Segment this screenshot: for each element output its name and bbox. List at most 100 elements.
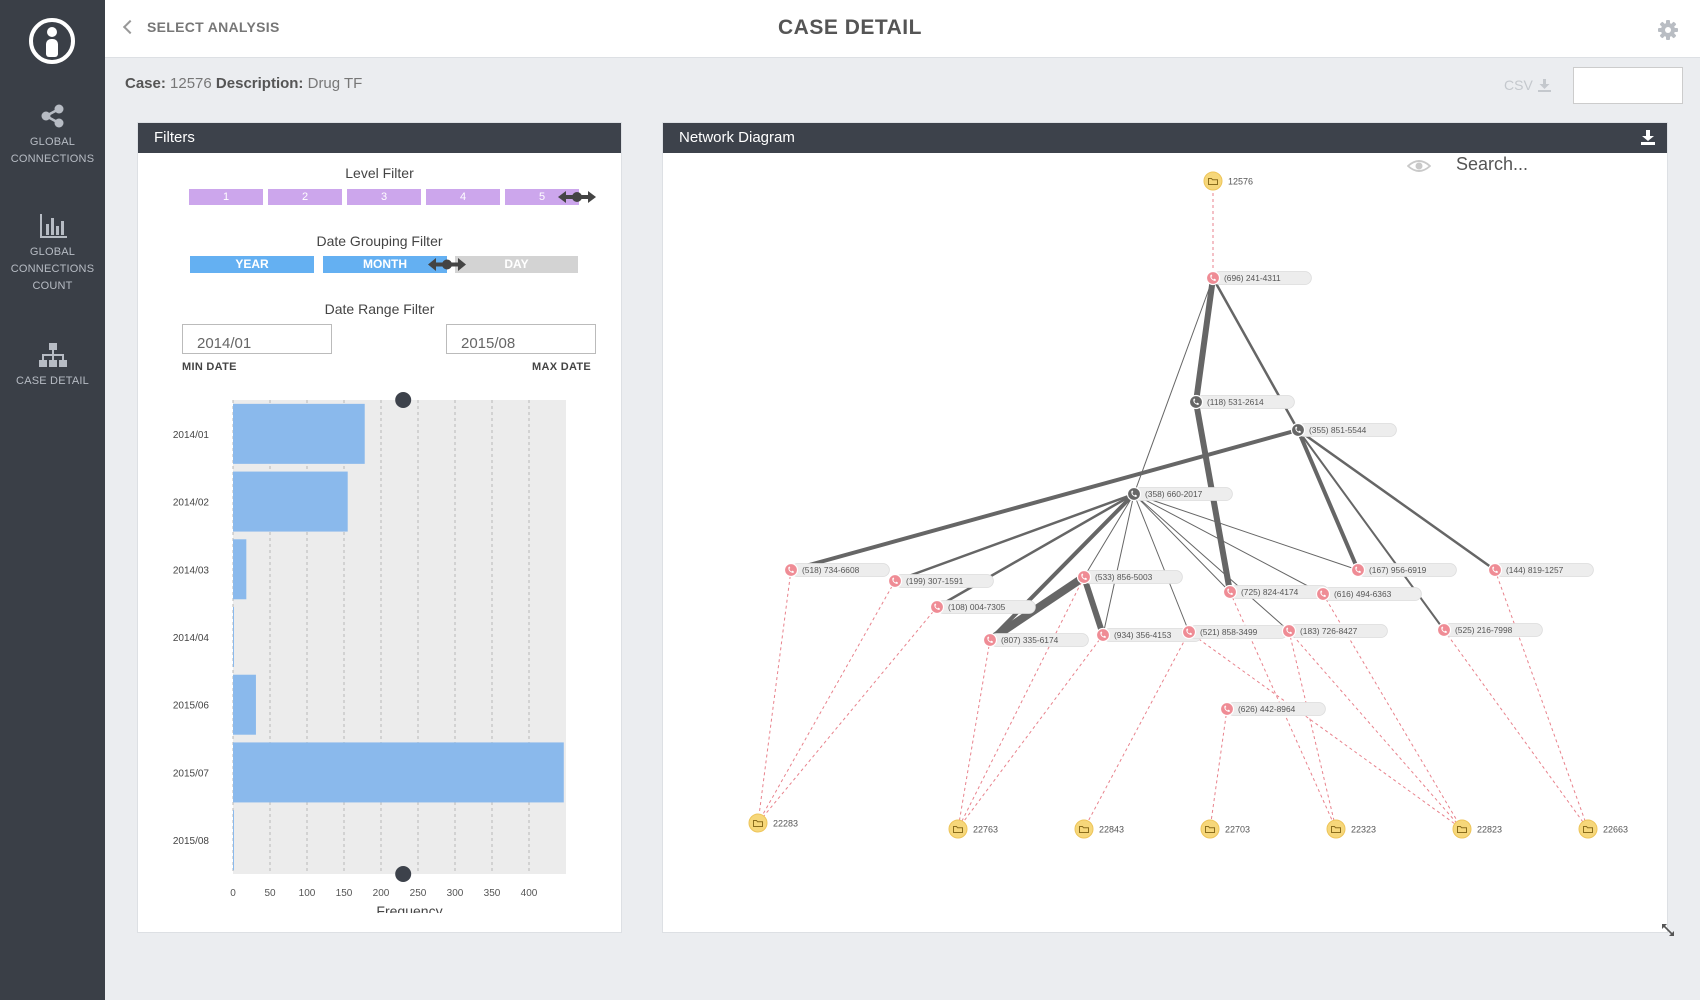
phone-node[interactable]: (521) 858-3499	[1181, 624, 1288, 640]
network-diagram-panel: Network Diagram Search... 12576 (696) 241…	[662, 122, 1668, 933]
phone-node-circle	[1315, 586, 1331, 602]
case-node[interactable]: 22823	[1452, 819, 1502, 839]
sidebar-item-label: CASE DETAIL	[16, 375, 89, 387]
case-search-input[interactable]	[1573, 67, 1683, 104]
description-label: Description:	[215, 75, 304, 92]
case-node-circle	[948, 819, 968, 839]
phone-node[interactable]: (183) 726-8427	[1281, 623, 1388, 639]
phone-node-circle	[1076, 569, 1092, 585]
level-4-segment[interactable]: 4	[426, 189, 500, 205]
dashed-edge	[757, 569, 792, 824]
phone-node[interactable]: (108) 004-7305	[929, 599, 1036, 615]
case-node[interactable]: 22283	[748, 813, 798, 833]
level-1-segment[interactable]: 1	[189, 189, 263, 205]
phone-node[interactable]: (518) 734-6608	[783, 562, 890, 578]
case-node-label: 22763	[973, 825, 998, 835]
phone-node-label: (144) 819-1257	[1506, 565, 1564, 575]
date-group-year[interactable]: YEAR	[190, 256, 314, 273]
phone-node-label: (696) 241-4311	[1224, 273, 1281, 283]
phone-node-label: (807) 335-6174	[1001, 635, 1059, 645]
case-node[interactable]: 22663	[1578, 819, 1628, 839]
sidebar-item-global-connections[interactable]: GLOBAL CONNECTIONS	[0, 104, 105, 168]
sidebar-item-label: GLOBAL	[29, 136, 76, 148]
phone-node[interactable]: (167) 956-6919	[1350, 562, 1457, 578]
org-chart-icon	[38, 343, 67, 367]
phone-node[interactable]: (355) 851-5544	[1290, 422, 1397, 438]
x-tick-label: 400	[521, 888, 538, 899]
x-tick-label: 200	[373, 888, 390, 899]
case-node-label: 22323	[1351, 825, 1376, 835]
phone-node-label: (626) 442-8964	[1238, 704, 1296, 714]
level-drag-handle-icon[interactable]	[558, 189, 596, 205]
phone-node-circle	[929, 599, 945, 615]
edges-layer	[757, 181, 1589, 830]
bar	[233, 742, 564, 803]
connection-edge	[1081, 574, 1106, 638]
y-tick-label: 2014/04	[173, 633, 210, 644]
max-date-input[interactable]	[446, 324, 596, 354]
phone-node[interactable]: (144) 819-1257	[1487, 562, 1594, 578]
dashed-edge	[957, 639, 991, 830]
x-tick-label: 300	[447, 888, 464, 899]
phone-node[interactable]: (525) 216-7998	[1436, 622, 1543, 638]
plot-area	[233, 400, 566, 874]
phone-node[interactable]: (696) 241-4311	[1205, 270, 1312, 286]
case-node[interactable]: 22323	[1326, 819, 1376, 839]
date-group-day[interactable]: DAY	[455, 256, 578, 273]
frequency-bar-chart: 0 50 100 150 200 250 300 350 400 2014/01 2014/02 20…	[173, 392, 566, 913]
phone-node[interactable]: (725) 824-4174	[1222, 584, 1329, 600]
case-node[interactable]: 22703	[1200, 819, 1250, 839]
phone-node-label: (108) 004-7305	[948, 602, 1006, 612]
phone-node-circle	[1350, 562, 1366, 578]
phone-node-circle	[1095, 627, 1111, 643]
x-tick-label: 150	[336, 888, 353, 899]
top-bar: SELECT ANALYSIS CASE DETAIL	[105, 0, 1700, 58]
sidebar-item-label: COUNT	[32, 280, 73, 292]
range-slider-bottom-handle[interactable]	[395, 866, 412, 882]
phone-node[interactable]: (118) 531-2614	[1188, 394, 1295, 410]
phone-node[interactable]: (358) 660-2017	[1126, 486, 1233, 502]
phone-node-label: (616) 494-6363	[1334, 589, 1392, 599]
phone-node-circle	[887, 573, 903, 589]
phone-node[interactable]: (533) 856-5003	[1076, 569, 1183, 585]
gear-icon[interactable]	[1658, 20, 1678, 40]
phone-node[interactable]: (199) 307-1591	[887, 573, 994, 589]
phone-node[interactable]: (807) 335-6174	[982, 632, 1089, 648]
y-tick-label: 2015/07	[173, 768, 210, 779]
phone-node-label: (533) 856-5003	[1095, 572, 1153, 582]
level-3-segment[interactable]: 3	[347, 189, 421, 205]
sidebar-item-case-detail[interactable]: CASE DETAIL	[0, 343, 105, 390]
case-node-circle	[1326, 819, 1346, 839]
dashed-edge	[1209, 708, 1228, 830]
case-node-circle	[1203, 171, 1223, 191]
filters-header: Filters	[138, 123, 621, 153]
phone-node[interactable]: (616) 494-6363	[1315, 586, 1422, 602]
x-tick-label: 0	[230, 888, 236, 899]
range-slider-top-handle[interactable]	[395, 392, 412, 408]
connection-edge	[1133, 493, 1190, 633]
csv-export-button[interactable]: CSV	[1504, 77, 1551, 93]
date-group-drag-handle-icon[interactable]	[428, 256, 466, 273]
case-node[interactable]: 22843	[1074, 819, 1124, 839]
case-node-label: 12576	[1228, 177, 1253, 187]
phone-node-circle	[1181, 624, 1197, 640]
case-number: 12576	[170, 75, 212, 92]
dashed-edge	[1288, 630, 1337, 830]
date-grouping-filter-title: Date Grouping Filter	[316, 233, 443, 249]
case-node[interactable]: 12576	[1203, 171, 1253, 191]
case-node-circle	[1578, 819, 1598, 839]
min-date-input[interactable]	[182, 324, 332, 354]
level-2-segment[interactable]: 2	[268, 189, 342, 205]
phone-node[interactable]: (626) 442-8964	[1219, 701, 1326, 717]
x-tick-label: 250	[410, 888, 427, 899]
case-node[interactable]: 22763	[948, 819, 998, 839]
app-logo-icon[interactable]	[29, 18, 75, 64]
sidebar-item-global-connections-count[interactable]: GLOBAL CONNECTIONS COUNT	[0, 214, 105, 295]
phone-node-circle	[1290, 422, 1306, 438]
phone-node-circle	[1205, 270, 1221, 286]
resize-handle-icon[interactable]	[1661, 923, 1675, 937]
dashed-edge	[957, 634, 1104, 830]
bar	[233, 674, 256, 735]
case-node-circle	[1452, 819, 1472, 839]
y-tick-label: 2015/08	[173, 836, 210, 847]
